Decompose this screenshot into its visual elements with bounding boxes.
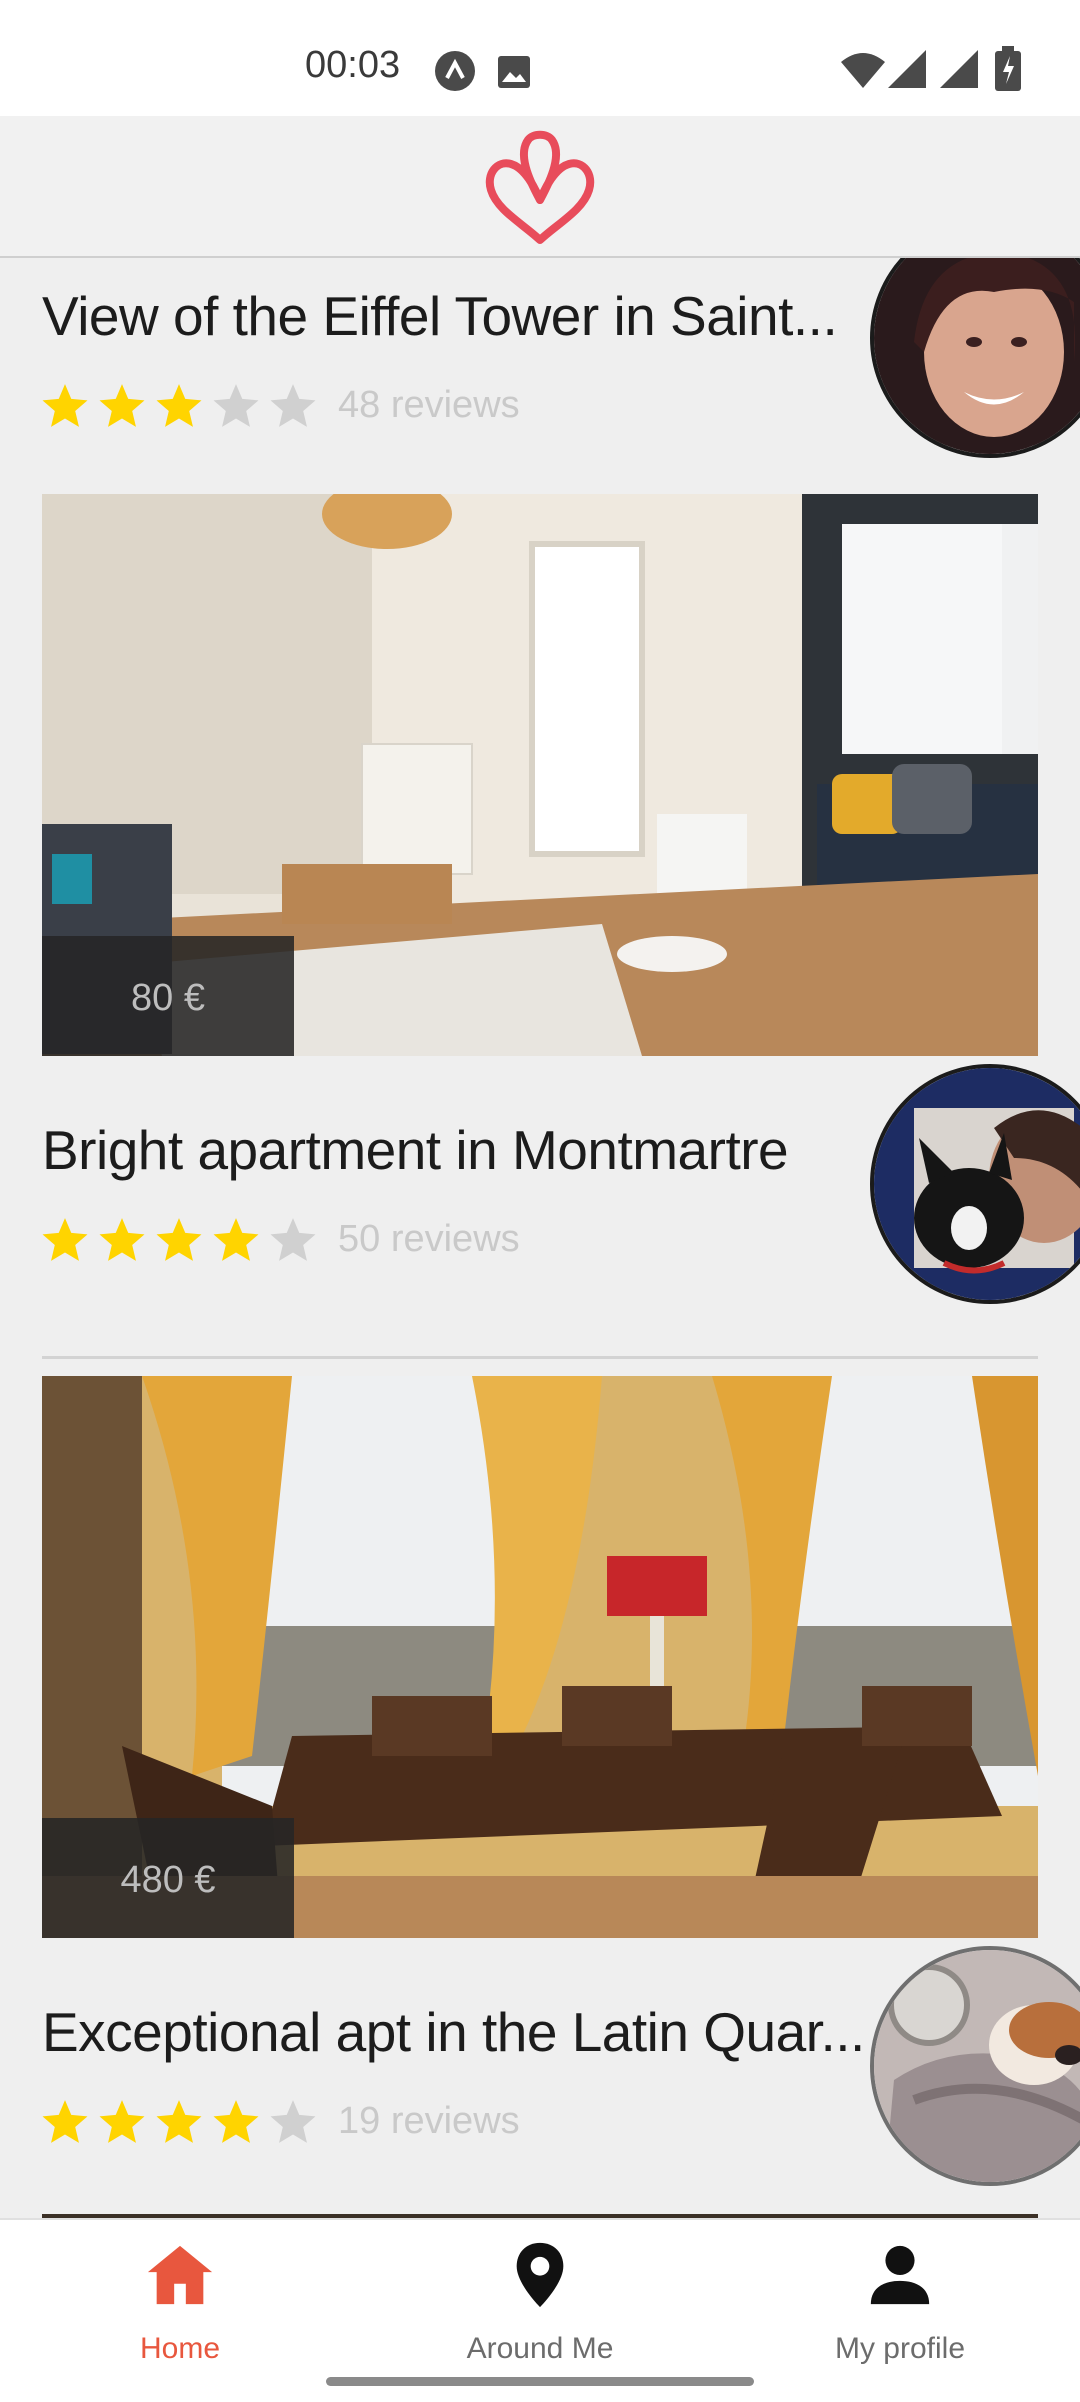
rating-stars xyxy=(40,2094,325,2150)
price-badge: 80 € xyxy=(42,936,294,1056)
app-notification-icon xyxy=(435,51,475,91)
host-avatar[interactable] xyxy=(870,258,1080,458)
star-empty-icon xyxy=(270,1218,316,1261)
star-filled-icon xyxy=(156,2100,202,2143)
status-bar: 00:03 xyxy=(0,0,1080,116)
map-pin-icon xyxy=(516,2242,564,2308)
host-avatar[interactable] xyxy=(870,1946,1080,2186)
host-avatar[interactable] xyxy=(870,1064,1080,1304)
star-filled-icon xyxy=(42,1218,88,1261)
listing-card[interactable]: 80 € Bright apartment in Montmartre 50 r… xyxy=(0,494,1080,1359)
nav-home-label: Home xyxy=(139,2332,221,2365)
status-time: 00:03 xyxy=(305,44,401,86)
listing-title: Bright apartment in Montmartre xyxy=(42,1119,789,1181)
star-filled-icon xyxy=(99,384,145,427)
nav-my-profile-label: My profile xyxy=(834,2332,966,2365)
star-filled-icon xyxy=(156,1218,202,1261)
rating-stars xyxy=(40,378,325,434)
star-empty-icon xyxy=(213,384,259,427)
listing-photo[interactable]: 80 € xyxy=(42,494,1038,1056)
airbnb-logo-icon xyxy=(485,130,595,244)
nav-home[interactable]: Home xyxy=(0,2220,360,2370)
star-filled-icon xyxy=(156,384,202,427)
listing-photo[interactable]: 480 € xyxy=(42,1376,1038,1938)
listing-title: Exceptional apt in the Latin Quar... xyxy=(42,2001,865,2063)
listing-title: View of the Eiffel Tower in Saint... xyxy=(42,285,838,347)
listing-list[interactable]: View of the Eiffel Tower in Saint... 48 … xyxy=(0,258,1080,2218)
battery-icon xyxy=(995,46,1021,91)
signal-icon xyxy=(888,50,926,88)
star-empty-icon xyxy=(270,384,316,427)
star-filled-icon xyxy=(42,2100,88,2143)
listing-card[interactable]: 480 € Exceptional apt in the Latin Quar.… xyxy=(0,1376,1080,2218)
home-icon xyxy=(147,2245,213,2305)
review-count: 48 reviews xyxy=(338,384,520,426)
price-badge: 480 € xyxy=(42,1818,294,1938)
star-filled-icon xyxy=(42,384,88,427)
review-count: 19 reviews xyxy=(338,2100,520,2142)
app-header xyxy=(0,116,1080,258)
divider xyxy=(42,1356,1038,1359)
wifi-icon xyxy=(841,53,885,88)
star-filled-icon xyxy=(213,2100,259,2143)
signal-icon-2 xyxy=(940,50,978,88)
image-notification-icon xyxy=(498,56,530,88)
bottom-navigation: Home Around Me My profile xyxy=(0,2218,1080,2402)
nav-around-me-label: Around Me xyxy=(466,2332,614,2365)
nav-around-me[interactable]: Around Me xyxy=(360,2220,720,2370)
review-count: 50 reviews xyxy=(338,1218,520,1260)
person-icon xyxy=(870,2245,930,2305)
star-empty-icon xyxy=(270,2100,316,2143)
star-filled-icon xyxy=(213,1218,259,1261)
star-filled-icon xyxy=(99,1218,145,1261)
rating-stars xyxy=(40,1212,325,1268)
star-filled-icon xyxy=(99,2100,145,2143)
nav-my-profile[interactable]: My profile xyxy=(720,2220,1080,2370)
gesture-bar[interactable] xyxy=(326,2377,754,2386)
